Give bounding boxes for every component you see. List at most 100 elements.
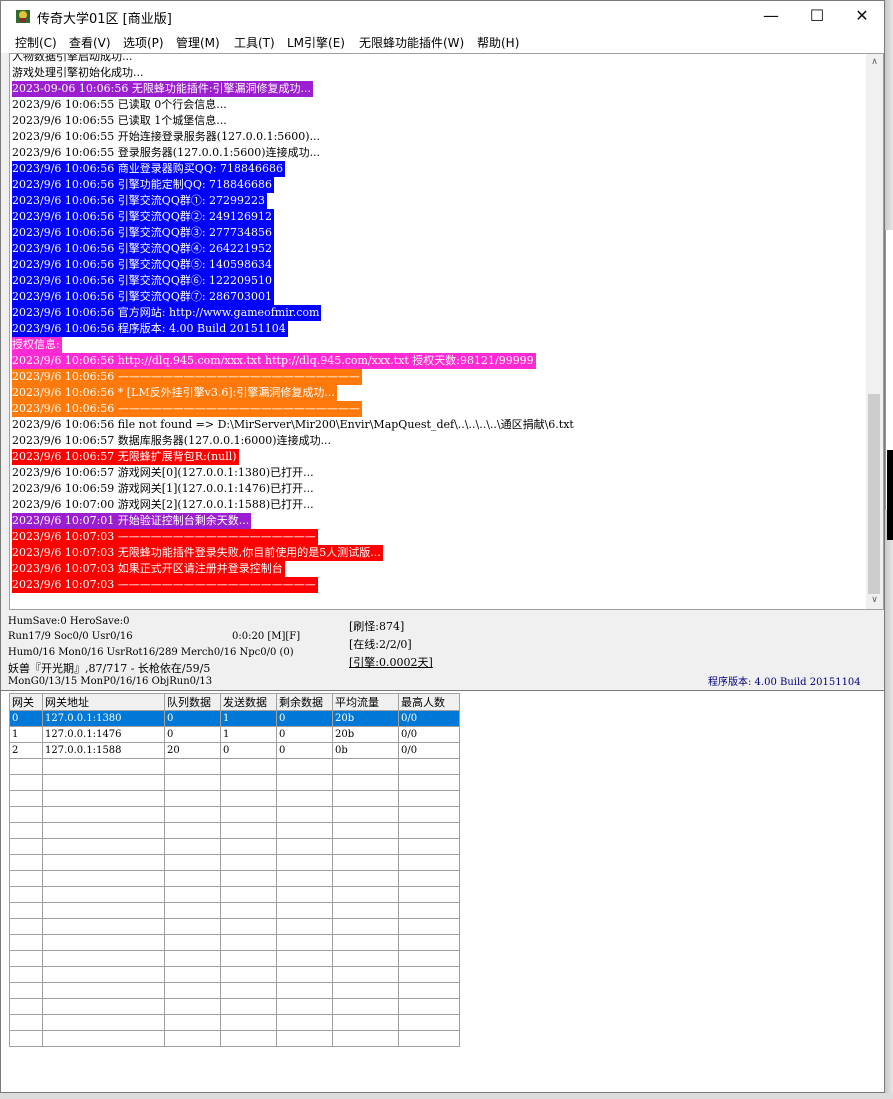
- log-line: 2023/9/6 10:06:55 已读取 1个城堡信息...: [12, 113, 576, 129]
- table-cell: [332, 870, 399, 887]
- table-cell: [164, 870, 221, 887]
- table-row[interactable]: [9, 790, 460, 807]
- table-row[interactable]: [9, 886, 460, 903]
- table-cell: [398, 1014, 460, 1031]
- table-row[interactable]: [9, 950, 460, 967]
- log-line-text: 2023/9/6 10:06:56 引擎交流QQ群⑥: 122209510: [12, 273, 275, 289]
- col-gate[interactable]: 网关: [9, 693, 43, 711]
- minimize-button[interactable]: —: [748, 1, 794, 31]
- table-cell: [332, 1014, 399, 1031]
- table-cell: [398, 790, 460, 807]
- log-line-text: 2023/9/6 10:06:56 引擎交流QQ群③: 277734856: [12, 225, 275, 241]
- log-line: 2023/9/6 10:06:55 开始连接登录服务器(127.0.0.1:56…: [12, 129, 576, 145]
- menu-bar: 控制(C) 查看(V) 选项(P) 管理(M) 工具(T) LM引擎(E) 无限…: [1, 31, 884, 53]
- table-row[interactable]: [9, 1030, 460, 1047]
- table-row[interactable]: [9, 982, 460, 999]
- log-scrollbar[interactable]: ∧ ∨: [866, 54, 883, 609]
- table-row[interactable]: [9, 966, 460, 983]
- log-line-text: 人物数据引擎启动成功...: [12, 53, 133, 63]
- table-row[interactable]: [9, 854, 460, 871]
- log-line-text: 2023/9/6 10:06:56 引擎交流QQ群①: 27299223: [12, 193, 268, 209]
- table-cell: [164, 950, 221, 967]
- menu-manage[interactable]: 管理(M): [176, 34, 220, 51]
- scroll-thumb[interactable]: [868, 394, 880, 594]
- scroll-down-icon[interactable]: ∨: [866, 592, 883, 609]
- table-row[interactable]: 0 127.0.0.1:1380 0 1 0 20b 0/0: [9, 710, 460, 727]
- table-cell: [9, 838, 43, 855]
- table-cell: [9, 918, 43, 935]
- col-avg-traffic[interactable]: 平均流量: [332, 693, 399, 711]
- table-row[interactable]: 1 127.0.0.1:1476 0 1 0 20b 0/0: [9, 726, 460, 743]
- table-row[interactable]: [9, 1014, 460, 1031]
- table-cell: [9, 758, 43, 775]
- col-remaining[interactable]: 剩余数据: [276, 693, 333, 711]
- gate-grid-pane: 网关 网关地址 队列数据 发送数据 剩余数据 平均流量 最高人数 0 127.0.…: [1, 690, 884, 1092]
- table-cell: [164, 886, 221, 903]
- table-row[interactable]: [9, 918, 460, 935]
- log-line: 2023/9/6 10:06:56 file not found => D:\M…: [12, 417, 576, 433]
- menu-help[interactable]: 帮助(H): [477, 34, 519, 51]
- table-cell: [220, 838, 277, 855]
- log-line: 2023/9/6 10:07:03 无限蜂功能插件登录失败,你目前使用的是5人测…: [12, 545, 576, 561]
- gate-table[interactable]: 网关 网关地址 队列数据 发送数据 剩余数据 平均流量 最高人数 0 127.0.…: [9, 693, 460, 1047]
- scroll-up-icon[interactable]: ∧: [866, 54, 883, 71]
- table-cell: [220, 934, 277, 951]
- log-line: 2023/9/6 10:07:01 开始验证控制台剩余天数...: [12, 513, 576, 529]
- table-cell: [9, 790, 43, 807]
- table-cell: [276, 838, 333, 855]
- table-cell: [332, 790, 399, 807]
- table-row[interactable]: [9, 758, 460, 775]
- menu-lm-engine[interactable]: LM引擎(E): [287, 34, 345, 51]
- table-row[interactable]: [9, 774, 460, 791]
- table-cell: [276, 774, 333, 791]
- menu-control[interactable]: 控制(C): [15, 34, 57, 51]
- log-line-text: 2023/9/6 10:06:56 商业登录器购买QQ: 718846686: [12, 161, 286, 177]
- log-line-text: 2023/9/6 10:06:56 引擎交流QQ群②: 249126912: [12, 209, 275, 225]
- table-row[interactable]: 2 127.0.0.1:1588 20 0 0 0b 0/0: [9, 742, 460, 759]
- table-cell: [42, 838, 165, 855]
- menu-view[interactable]: 查看(V): [69, 34, 111, 51]
- table-cell: [398, 870, 460, 887]
- log-panel[interactable]: 人物数据引擎启动成功... 游戏处理引擎初始化成功... 2023-09-06 10…: [9, 53, 884, 610]
- close-button[interactable]: ✕: [839, 1, 884, 31]
- log-line: 2023/9/6 10:06:57 数据库服务器(127.0.0.1:6000)…: [12, 433, 576, 449]
- table-row[interactable]: [9, 998, 460, 1015]
- col-sent[interactable]: 发送数据: [220, 693, 277, 711]
- table-cell: [9, 966, 43, 983]
- table-cell: [398, 902, 460, 919]
- log-line: 2023/9/6 10:06:55 已读取 0个行会信息...: [12, 97, 576, 113]
- table-row[interactable]: [9, 838, 460, 855]
- log-line: 人物数据引擎启动成功...: [12, 53, 576, 65]
- table-cell: [332, 822, 399, 839]
- table-row[interactable]: [9, 806, 460, 823]
- table-row[interactable]: [9, 822, 460, 839]
- table-cell: [398, 998, 460, 1015]
- table-row[interactable]: [9, 902, 460, 919]
- table-cell: [276, 982, 333, 999]
- table-cell: [276, 998, 333, 1015]
- table-cell: [164, 1014, 221, 1031]
- log-line: 2023/9/6 10:07:00 游戏网关[2](127.0.0.1:1588…: [12, 497, 576, 513]
- title-bar[interactable]: 传奇大学01区 [商业版] — ☐ ✕: [1, 1, 884, 31]
- log-line-text: 2023/9/6 10:06:55 已读取 0个行会信息...: [12, 98, 227, 111]
- table-cell: [220, 982, 277, 999]
- col-max-users[interactable]: 最高人数: [398, 693, 460, 711]
- table-cell: [276, 1014, 333, 1031]
- log-line: 2023/9/6 10:06:56 引擎交流QQ群②: 249126912: [12, 209, 576, 225]
- menu-plugin[interactable]: 无限蜂功能插件(W): [359, 34, 464, 51]
- table-cell: [276, 934, 333, 951]
- table-cell: [276, 1030, 333, 1047]
- table-cell: [332, 918, 399, 935]
- menu-tools[interactable]: 工具(T): [234, 34, 275, 51]
- log-line: 2023/9/6 10:06:56 引擎交流QQ群①: 27299223: [12, 193, 576, 209]
- menu-options[interactable]: 选项(P): [123, 34, 164, 51]
- table-cell: [220, 806, 277, 823]
- col-queue[interactable]: 队列数据: [164, 693, 221, 711]
- maximize-button[interactable]: ☐: [794, 1, 840, 31]
- table-row[interactable]: [9, 934, 460, 951]
- table-row[interactable]: [9, 870, 460, 887]
- col-address[interactable]: 网关地址: [42, 693, 165, 711]
- log-line: 2023/9/6 10:06:56 官方网站: http://www.gameo…: [12, 305, 576, 321]
- refresh-monster-label: [刷怪:874]: [349, 620, 405, 633]
- table-cell: 0: [164, 726, 221, 743]
